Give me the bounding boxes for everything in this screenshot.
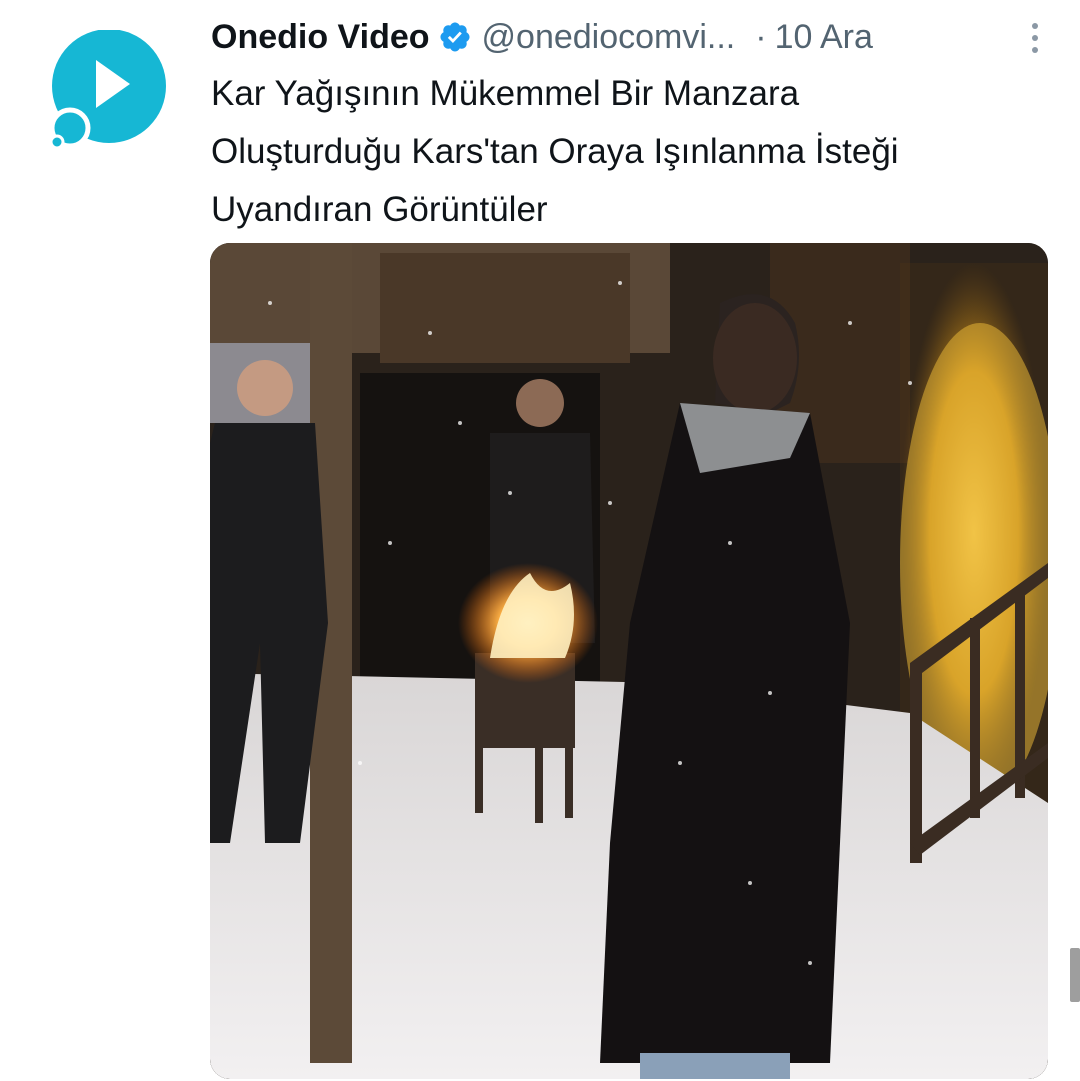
display-name[interactable]: Onedio Video (211, 18, 430, 57)
tweet[interactable]: Onedio Video @onediocomvi... · 10 Ara Ka… (0, 0, 1080, 1081)
more-options-icon[interactable] (1020, 18, 1050, 58)
onedio-play-logo-icon (49, 29, 166, 150)
tweet-header: Onedio Video @onediocomvi... · 10 Ara (211, 14, 1050, 60)
tweet-text-line: Uyandıran Görüntüler (211, 190, 548, 229)
verified-badge-icon (438, 20, 472, 54)
tweet-text-line: Kar Yağışının Mükemmel Bir Manzara (211, 74, 800, 113)
tweet-text: Kar Yağışının Mükemmel Bir Manzara Oluşt… (211, 65, 1041, 239)
tweet-text-line: Oluşturduğu Kars'tan Oraya Işınlanma İst… (211, 132, 899, 171)
avatar[interactable] (48, 29, 166, 150)
scrollbar-thumb[interactable] (1070, 948, 1080, 1002)
video-frame-image (210, 243, 1048, 1079)
tweet-date[interactable]: 10 Ara (775, 18, 873, 57)
user-handle[interactable]: @onediocomvi... (482, 18, 736, 57)
video-thumbnail[interactable] (210, 243, 1048, 1079)
separator-dot: · (755, 17, 767, 56)
